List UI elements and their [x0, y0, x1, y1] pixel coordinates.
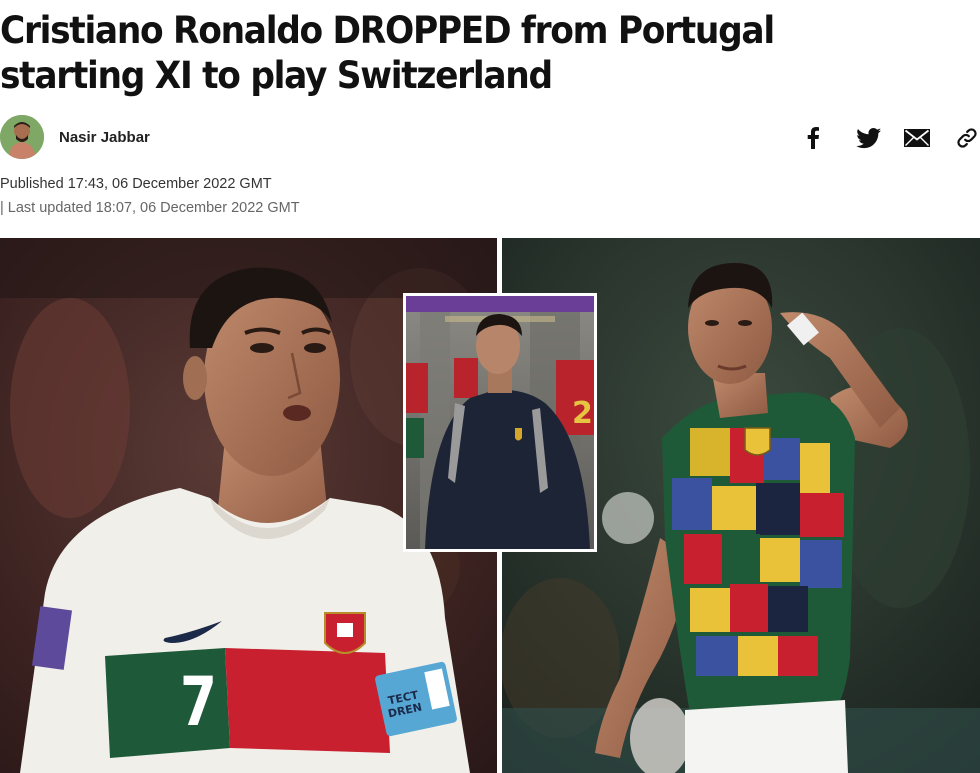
twitter-icon: [856, 127, 882, 148]
published-date: Published 17:43, 06 December 2022 GMT: [0, 176, 272, 192]
facebook-share-button[interactable]: [800, 125, 826, 151]
inset-shirt-number: 2: [572, 396, 593, 431]
author-avatar[interactable]: [0, 115, 44, 159]
email-icon: [904, 129, 930, 147]
shirt-number: 7: [180, 663, 217, 742]
article-dates: Published 17:43, 06 December 2022 GMT | …: [0, 172, 300, 220]
inset-photo: 2: [403, 293, 597, 552]
link-icon: [957, 128, 977, 148]
twitter-share-button[interactable]: [856, 125, 882, 151]
share-bar: [800, 125, 980, 151]
facebook-icon: [807, 127, 819, 149]
author-name[interactable]: Nasir Jabbar: [59, 129, 150, 146]
hero-image[interactable]: 7 TECT DREN 2: [0, 238, 980, 773]
copy-link-button[interactable]: [954, 125, 980, 151]
article-headline: Cristiano Ronaldo DROPPED from Portugal …: [0, 9, 775, 97]
email-share-button[interactable]: [904, 125, 930, 151]
updated-date: | Last updated 18:07, 06 December 2022 G…: [0, 200, 300, 216]
byline: Nasir Jabbar: [0, 114, 150, 160]
